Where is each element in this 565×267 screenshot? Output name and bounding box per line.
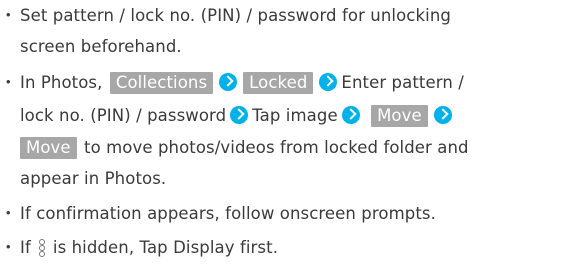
move-pill: Move [20,137,77,159]
collections-pill: Collections [109,72,214,94]
bullet-2-prefix: In Photos, [20,73,103,92]
bullet-marker: ・ [0,73,17,92]
arrow-right-icon [341,106,360,124]
bullet-3-line-1: ・ If confirmation appears, follow onscree… [0,202,436,226]
bullet-4-line-1: ・ If is hidden, Tap Display first. [0,236,278,260]
arrow-right-icon [433,106,452,124]
bullet-1-text-1: Set pattern / lock no. (PIN) / password … [20,6,451,25]
bullet-2-line-4: appear in Photos. [0,167,166,191]
bullet-2-line4-text: appear in Photos. [20,169,167,188]
instruction-notes: ・ Set pattern / lock no. (PIN) / password… [0,0,565,267]
bullet-marker: ・ [0,6,17,25]
arrow-right-icon [219,73,238,91]
bullet-1-text-2: screen beforehand. [20,37,182,56]
bullet-1-line-2: screen beforehand. [0,35,182,59]
arrow-right-icon [230,106,249,124]
bullet-2-line-3: Move to move photos/videos from locked f… [0,136,469,160]
bullet-4-text-after: is hidden, Tap Display first. [52,238,279,257]
locked-pill: Locked [243,72,314,94]
bullet-marker: ・ [0,238,17,257]
bullet-marker: ・ [0,204,17,223]
more-vertical-icon [37,239,47,257]
bullet-2-after-locked: Enter pattern / [341,73,464,92]
bullet-2-line-2: lock no. (PIN) / password Tap image Move [0,104,456,128]
bullet-2-tap-image: Tap image [252,106,338,125]
bullet-2-line2-text: lock no. (PIN) / password [20,106,227,125]
arrow-right-icon [319,73,338,91]
bullet-3-text: If confirmation appears, follow onscreen… [20,204,436,223]
bullet-4-text-before: If [20,238,31,257]
bullet-2-line-1: ・ In Photos, Collections Locked Enter patte… [0,71,464,95]
move-pill: Move [371,105,428,127]
bullet-1-line-1: ・ Set pattern / lock no. (PIN) / password… [0,4,451,28]
bullet-2-line3-text: to move photos/videos from locked folder… [84,138,469,157]
